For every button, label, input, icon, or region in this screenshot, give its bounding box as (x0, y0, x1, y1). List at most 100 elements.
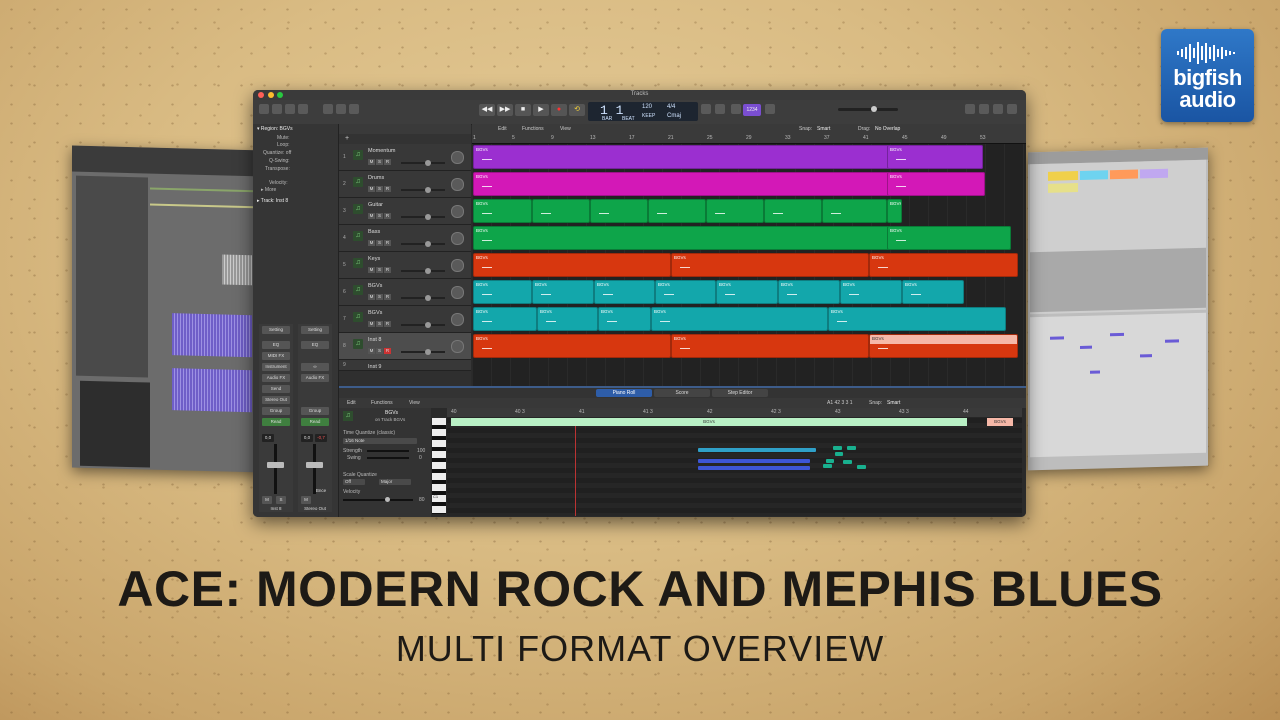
inspector-velocity[interactable]: Velocity: (269, 180, 334, 187)
mute-button[interactable]: M (368, 213, 375, 219)
automation-mode[interactable]: Read (301, 418, 329, 426)
midi-region[interactable]: BGVs (869, 334, 1018, 358)
track-row[interactable]: 2 ♫ Drums M S R (339, 171, 471, 198)
midi-region[interactable]: BGVs (869, 253, 1018, 277)
stop-button[interactable]: ■ (515, 104, 531, 116)
quick-help-button[interactable] (285, 104, 295, 114)
tab-step-editor[interactable]: Step Editor (712, 389, 768, 397)
solo-mode-button[interactable] (715, 104, 725, 114)
list-editors-button[interactable] (965, 104, 975, 114)
velocity-slider[interactable] (343, 497, 413, 502)
pan-knob[interactable] (451, 286, 464, 299)
solo-button[interactable]: S (376, 213, 383, 219)
solo-button[interactable]: S (376, 348, 383, 354)
record-button[interactable]: ● (551, 104, 567, 116)
instrument-slot[interactable]: Instrument (262, 363, 290, 371)
midi-region[interactable]: BGVs (473, 253, 671, 277)
swing-slider[interactable] (367, 457, 409, 459)
midi-region[interactable]: BGVs (828, 307, 1006, 331)
mute-button[interactable]: M (368, 240, 375, 246)
inspector-transpose[interactable]: Transpose: (265, 166, 334, 173)
mute-button[interactable]: M (368, 294, 375, 300)
solo-button[interactable]: S (376, 240, 383, 246)
record-enable-button[interactable]: R (384, 240, 391, 246)
solo-button[interactable]: S (376, 267, 383, 273)
solo-button[interactable]: S (376, 321, 383, 327)
volume-knob[interactable] (425, 295, 431, 301)
region-inspector-header[interactable]: ▾ Region: BGVs (257, 126, 334, 133)
midi-region[interactable] (764, 199, 822, 223)
pan-knob[interactable] (451, 259, 464, 272)
track-row[interactable]: 9 Inst 9 (339, 360, 471, 371)
mixer-button[interactable] (336, 104, 346, 114)
inspector-button[interactable] (272, 104, 282, 114)
midi-region[interactable] (822, 199, 887, 223)
midi-region[interactable]: BGVs (887, 145, 983, 169)
inspector-mute[interactable]: Mute: (277, 135, 334, 142)
mute-button[interactable]: M (368, 267, 375, 273)
drag-menu[interactable]: No Overlap (875, 126, 900, 132)
pan-knob[interactable] (451, 205, 464, 218)
solo-button[interactable]: S (276, 496, 286, 504)
volume-knob[interactable] (425, 214, 431, 220)
view-menu[interactable]: View (560, 126, 571, 132)
play-button[interactable]: ▶ (533, 104, 549, 116)
midi-note[interactable] (843, 460, 852, 464)
midi-region[interactable]: BGVs (902, 280, 964, 304)
midi-fx-slot[interactable]: MIDI FX (262, 352, 290, 360)
functions-menu[interactable]: Functions (371, 400, 393, 406)
eq-button[interactable]: EQ (301, 341, 329, 349)
pan-knob[interactable] (451, 151, 464, 164)
track-inspector-header[interactable]: ▸ Track: Inst 8 (257, 198, 334, 205)
record-enable-button[interactable]: R (384, 159, 391, 165)
tab-score[interactable]: Score (654, 389, 710, 397)
scale-type-menu[interactable]: Major (379, 479, 411, 485)
editor-ruler[interactable]: 40 40 3 41 41 3 42 42 3 43 43 3 44 (447, 408, 1022, 417)
smart-controls-button[interactable] (323, 104, 333, 114)
midi-region[interactable]: BGVs (887, 226, 1011, 250)
solo-button[interactable]: S (376, 186, 383, 192)
midi-note[interactable] (835, 452, 843, 456)
midi-region[interactable]: BGVs (473, 280, 532, 304)
pan-knob[interactable] (451, 178, 464, 191)
record-enable-button[interactable]: R (384, 348, 391, 354)
midi-note[interactable] (857, 465, 866, 469)
pan-knob[interactable] (451, 340, 464, 353)
volume-knob[interactable] (425, 241, 431, 247)
master-volume-slider[interactable] (838, 106, 898, 112)
editor-region-bar-next[interactable]: BGVs (987, 418, 1013, 426)
track-row[interactable]: 3 ♫ Guitar M S R (339, 198, 471, 225)
add-track-icon[interactable]: + (345, 135, 349, 142)
browsers-button[interactable] (1007, 104, 1017, 114)
library-button[interactable] (259, 104, 269, 114)
mute-button[interactable]: M (368, 186, 375, 192)
cycle-button[interactable]: ⟲ (569, 104, 585, 116)
piano-roll-grid[interactable]: 40 40 3 41 41 3 42 42 3 43 43 3 44 BGVs … (447, 408, 1022, 516)
midi-note[interactable] (698, 466, 810, 470)
midi-region[interactable] (590, 199, 648, 223)
loop-browser-button[interactable] (993, 104, 1003, 114)
midi-region[interactable]: BGVs (473, 334, 671, 358)
audio-fx-slot[interactable]: Audio FX (301, 374, 329, 382)
track-row[interactable]: 1 ♫ Momentum M S R (339, 144, 471, 171)
track-row[interactable]: 6 ♫ BGVs M S R (339, 279, 471, 306)
edit-menu[interactable]: Edit (498, 126, 507, 132)
volume-slider[interactable] (401, 189, 445, 191)
track-row[interactable]: 5 ♫ Keys M S R (339, 252, 471, 279)
volume-slider[interactable] (401, 162, 445, 164)
bar-ruler[interactable]: 1 5 9 13 17 21 25 29 33 37 41 45 49 53 (472, 134, 1026, 144)
midi-region[interactable]: BGVs (716, 280, 778, 304)
midi-note[interactable] (826, 459, 834, 463)
scale-off-menu[interactable]: Off (343, 479, 365, 485)
mute-button[interactable]: M (368, 321, 375, 327)
volume-slider[interactable] (401, 243, 445, 245)
volume-slider[interactable] (401, 216, 445, 218)
volume-slider[interactable] (401, 270, 445, 272)
inspector-q-swing[interactable]: Q-Swing: (269, 158, 334, 165)
volume-knob[interactable] (425, 322, 431, 328)
group-slot[interactable]: Group (262, 407, 290, 415)
midi-note[interactable] (847, 446, 856, 450)
mute-button[interactable]: M (368, 159, 375, 165)
midi-note[interactable] (698, 459, 810, 463)
rewind-button[interactable]: ◀◀ (479, 104, 495, 116)
